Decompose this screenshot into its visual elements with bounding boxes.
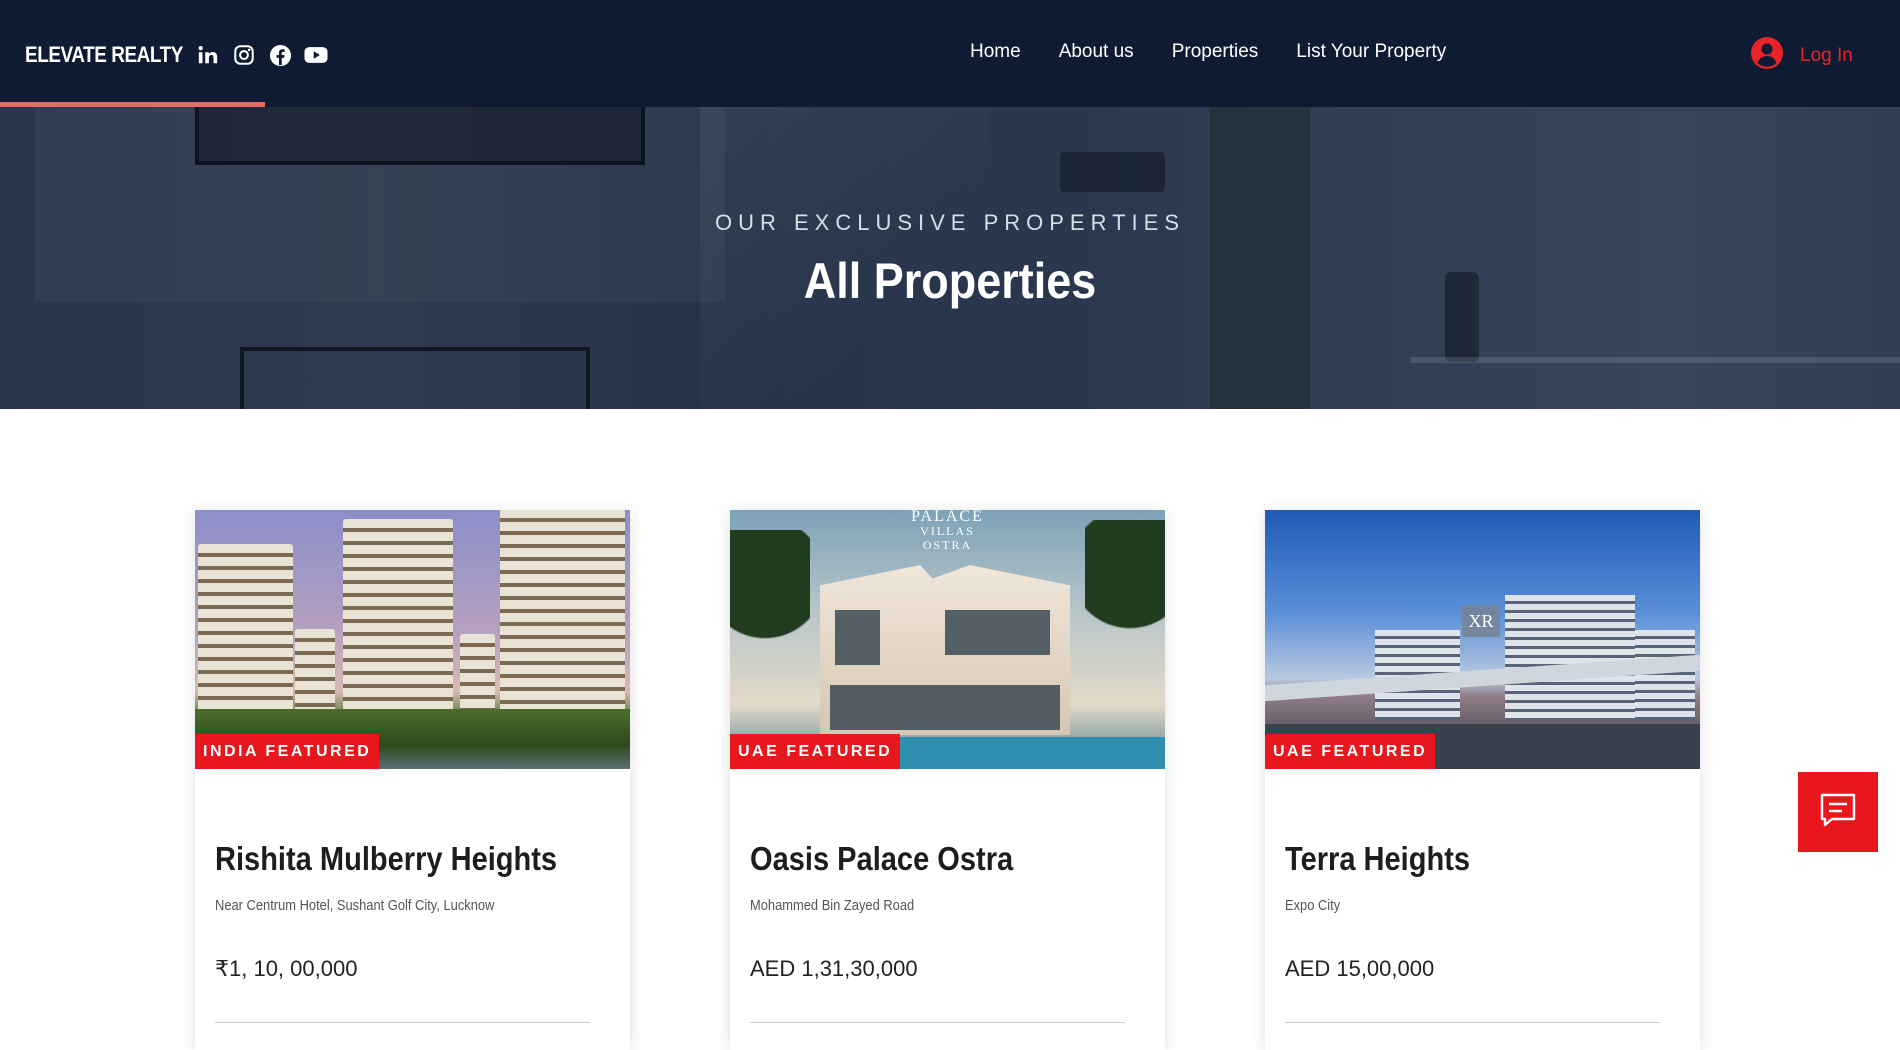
image-overlay-line: VILLAS (920, 524, 975, 538)
linkedin-icon[interactable] (196, 43, 220, 67)
hero-bg-shelf (1410, 357, 1900, 363)
chat-button[interactable] (1798, 772, 1878, 852)
page-title: All Properties (803, 253, 1097, 309)
property-card[interactable]: PALACE VILLAS OSTRA UAE FEATURED Oasis P… (730, 510, 1165, 1050)
image-building (1505, 595, 1635, 720)
image-tower (500, 510, 625, 714)
image-tower (460, 634, 495, 714)
hero-eyebrow: OUR EXCLUSIVE PROPERTIES (714, 210, 1185, 235)
social-links (196, 43, 328, 67)
hero-bg-tv (195, 107, 645, 165)
property-image[interactable]: XR UAE FEATURED (1265, 510, 1700, 769)
property-name[interactable]: Oasis Palace Ostra (750, 840, 1013, 878)
image-overlay-line: OSTRA (922, 538, 973, 552)
image-tower (343, 519, 453, 714)
property-image[interactable]: INDIA FEATURED (195, 510, 630, 769)
property-price: AED 15,00,000 (1285, 956, 1435, 981)
featured-badge: UAE FEATURED (730, 734, 901, 769)
brand-logo[interactable]: ELEVATE REALTY (25, 42, 183, 68)
image-window (945, 610, 1050, 655)
image-building (1635, 630, 1695, 720)
user-avatar-icon (1750, 36, 1784, 75)
nav-about-us[interactable]: About us (1059, 41, 1134, 63)
property-price: ₹1, 10, 00,000 (215, 956, 358, 981)
image-tower (198, 544, 293, 714)
property-location: Near Centrum Hotel, Sushant Golf City, L… (215, 897, 495, 914)
image-palm (1085, 520, 1165, 760)
chat-icon (1818, 792, 1858, 833)
property-location: Expo City (1285, 897, 1341, 914)
property-list: INDIA FEATURED Rishita Mulberry Heights … (195, 510, 1700, 1050)
nav-home[interactable]: Home (970, 41, 1021, 63)
image-overlay-text: PALACE VILLAS OSTRA (730, 510, 1165, 552)
property-name[interactable]: Rishita Mulberry Heights (215, 840, 557, 878)
youtube-icon[interactable] (304, 43, 328, 67)
nav-properties[interactable]: Properties (1172, 41, 1259, 63)
hero-bg-fireplace (240, 347, 590, 409)
featured-badge: INDIA FEATURED (195, 734, 380, 769)
property-card[interactable]: XR UAE FEATURED Terra Heights Expo City … (1265, 510, 1700, 1050)
property-price: AED 1,31,30,000 (750, 956, 918, 981)
main-nav: Home About us Properties List Your Prope… (970, 41, 1446, 63)
instagram-icon[interactable] (232, 43, 256, 67)
nav-list-your-property[interactable]: List Your Property (1296, 41, 1446, 63)
property-image[interactable]: PALACE VILLAS OSTRA UAE FEATURED (730, 510, 1165, 769)
property-name[interactable]: Terra Heights (1285, 840, 1470, 878)
facebook-icon[interactable] (268, 43, 292, 67)
login-label: Log In (1800, 44, 1853, 66)
image-window (830, 685, 1060, 730)
image-overlay-line: PALACE (911, 510, 984, 525)
property-location: Mohammed Bin Zayed Road (750, 897, 915, 914)
featured-badge: UAE FEATURED (1265, 734, 1436, 769)
login-button[interactable]: Log In (1750, 36, 1853, 75)
image-window (835, 610, 880, 665)
image-tower (295, 629, 335, 714)
hero-bg-lamp (1060, 152, 1165, 192)
site-header: ELEVATE REALTY Home About us Properties … (0, 0, 1900, 107)
hero-banner: OUR EXCLUSIVE PROPERTIES All Properties (0, 107, 1900, 409)
property-card[interactable]: INDIA FEATURED Rishita Mulberry Heights … (195, 510, 630, 1050)
image-overlay-text: XR (1462, 605, 1500, 637)
